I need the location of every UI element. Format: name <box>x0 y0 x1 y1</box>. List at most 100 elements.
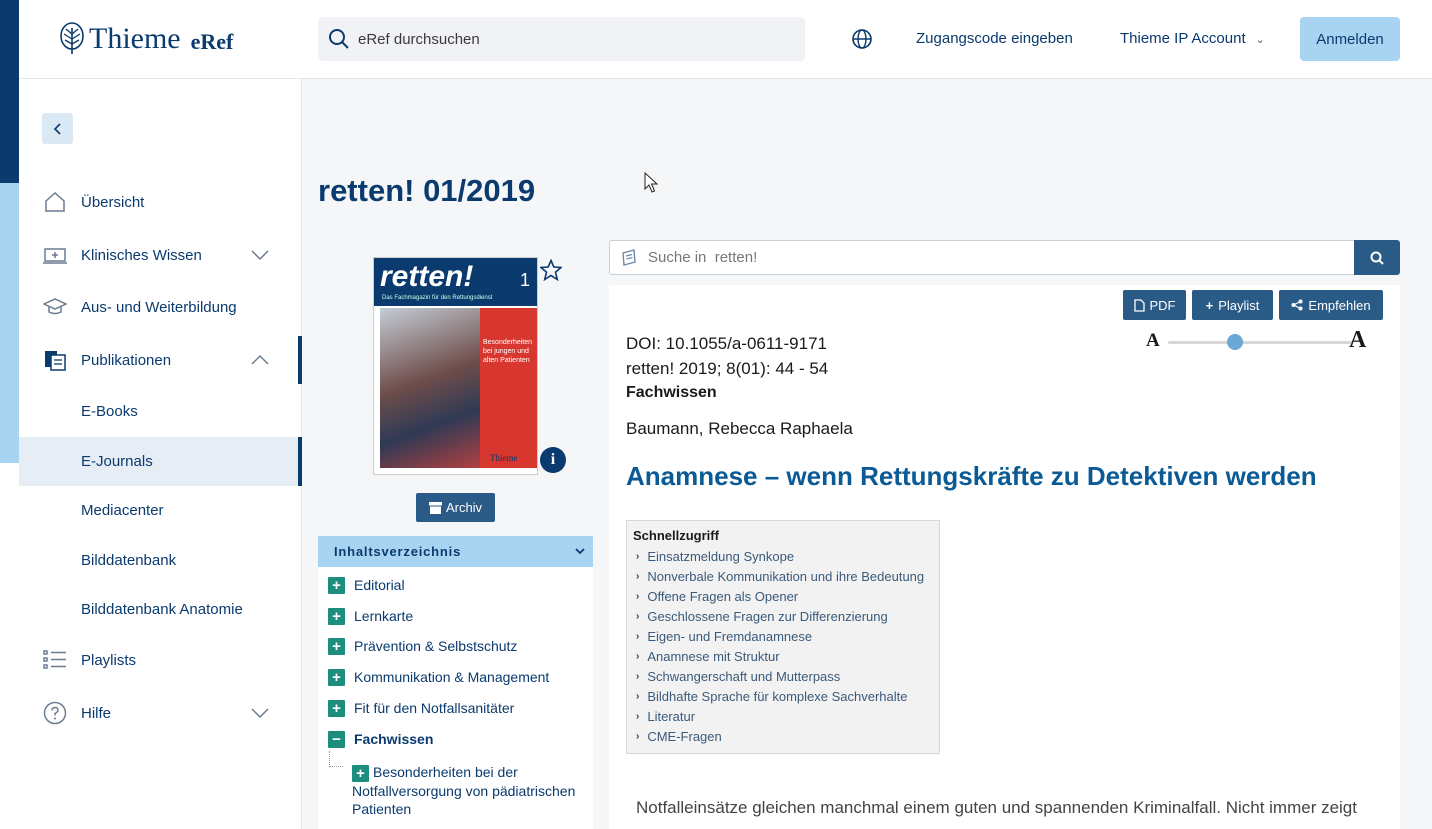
toc-item-label: Editorial <box>354 577 405 593</box>
quick-access-link[interactable]: › Einsatzmeldung Synkope <box>636 549 794 564</box>
expand-plus-icon[interactable]: + <box>328 607 345 625</box>
sidebar-item-mediacenter[interactable]: Mediacenter <box>19 486 302 534</box>
quick-access-link[interactable]: › Nonverbale Kommunikation und ihre Bedeu… <box>636 569 924 584</box>
access-code-link[interactable]: Zugangscode eingeben <box>916 30 1073 47</box>
search-input[interactable] <box>358 30 778 48</box>
sidebar-item-label: Klinisches Wissen <box>81 246 202 264</box>
sidebar-item-publications[interactable]: Publikationen <box>19 336 302 384</box>
sidebar-item-ebooks[interactable]: E-Books <box>19 387 302 435</box>
sidebar-item-label: E-Journals <box>81 453 153 470</box>
archive-button[interactable]: Archiv <box>416 493 495 522</box>
cover-red-panel <box>480 308 537 468</box>
sidebar: Übersicht Klinisches Wissen Aus- und Wei… <box>19 79 302 829</box>
archive-box-icon <box>428 501 442 514</box>
chevron-right-icon: › <box>636 651 640 662</box>
pdf-label: PDF <box>1149 297 1176 313</box>
journal-search-button[interactable] <box>1354 240 1400 275</box>
font-size-slider[interactable] <box>1168 334 1353 350</box>
sidebar-item-label: Publikationen <box>81 351 172 369</box>
expand-plus-icon[interactable]: + <box>328 576 345 594</box>
journal-search-input[interactable] <box>648 249 1328 266</box>
quick-access-link[interactable]: › Schwangerschaft und Mutterpass <box>636 669 840 684</box>
expand-plus-icon[interactable]: + <box>328 637 345 655</box>
accent-light <box>0 183 19 463</box>
ip-account-menu[interactable]: Thieme IP Account ⌄ <box>1120 30 1265 47</box>
font-size-large-label: A <box>1349 327 1367 353</box>
home-icon <box>45 191 65 212</box>
journal-search-icon <box>622 248 636 266</box>
global-search[interactable] <box>318 17 805 61</box>
sidebar-item-ejournals[interactable]: E-Journals <box>19 437 302 486</box>
toc-item-label: Fachwissen <box>354 731 434 747</box>
sidebar-item-label: Übersicht <box>81 193 145 211</box>
tree-logo-icon <box>60 22 84 54</box>
quick-access-link-label: Einsatzmeldung Synkope <box>647 549 795 564</box>
sidebar-item-anatomy-database[interactable]: Bilddatenbank Anatomie <box>19 585 302 633</box>
globe-icon[interactable] <box>851 28 873 50</box>
toc-item-label: Kommunikation & Management <box>354 669 550 685</box>
toc-sub-item[interactable]: + Besonderheiten bei der Notfallversorgun… <box>352 763 592 818</box>
toc-header[interactable]: Inhaltsverzeichnis <box>318 536 593 567</box>
expand-plus-icon[interactable]: + <box>328 699 345 717</box>
favorite-star-icon[interactable] <box>540 259 562 281</box>
quick-access-link[interactable]: › Eigen- und Fremdanamnese <box>636 629 812 644</box>
quick-access-link[interactable]: › Offene Fragen als Opener <box>636 589 798 604</box>
quick-access-link-label: Anamnese mit Struktur <box>647 649 780 664</box>
publications-icon <box>45 351 66 371</box>
share-button[interactable]: Empfehlen <box>1279 290 1383 320</box>
chevron-right-icon: › <box>636 551 640 562</box>
sidebar-item-help[interactable]: Hilfe <box>19 689 302 737</box>
toc-item[interactable]: + Lernkarte <box>328 604 413 628</box>
info-icon[interactable]: i <box>540 447 566 473</box>
toc-item[interactable]: + Fit für den Notfallsanitäter <box>328 696 514 720</box>
toc-sub-item-label: Besonderheiten bei der Notfallversorgung… <box>352 764 576 817</box>
toc-item[interactable]: + Kommunikation & Management <box>328 665 549 689</box>
sidebar-item-label: Aus- und Weiterbildung <box>81 298 237 316</box>
article-body: Notfalleinsätze gleichen manchmal einem … <box>636 798 1357 817</box>
add-playlist-button[interactable]: + Playlist <box>1192 290 1273 320</box>
help-icon <box>43 701 67 725</box>
chevron-left-icon <box>53 122 61 135</box>
sidebar-item-clinical[interactable]: Klinisches Wissen <box>19 231 302 279</box>
chevron-right-icon: › <box>636 571 640 582</box>
pdf-button[interactable]: PDF <box>1123 290 1186 320</box>
chevron-down-icon <box>251 708 269 719</box>
expand-plus-icon[interactable]: + <box>328 668 345 686</box>
login-button[interactable]: Anmelden <box>1300 17 1400 61</box>
quick-access-link-label: Eigen- und Fremdanamnese <box>647 629 813 644</box>
sidebar-item-label: Hilfe <box>81 704 112 722</box>
collapse-sidebar-button[interactable] <box>42 113 73 144</box>
quick-access-link[interactable]: › Bildhafte Sprache für komplexe Sachverh… <box>636 689 908 704</box>
quick-access-link[interactable]: › Literatur <box>636 709 695 724</box>
journal-search[interactable] <box>609 240 1355 275</box>
cover-photo <box>380 308 480 468</box>
chevron-right-icon: › <box>636 611 640 622</box>
chevron-right-icon: › <box>636 591 640 602</box>
quick-access-link[interactable]: › Geschlossene Fragen zur Differenzierung <box>636 609 888 624</box>
toc-item[interactable]: + Editorial <box>328 573 405 597</box>
ip-account-label: Thieme IP Account <box>1120 30 1246 47</box>
share-icon <box>1291 299 1303 311</box>
chevron-down-icon <box>575 548 585 555</box>
sidebar-item-education[interactable]: Aus- und Weiterbildung <box>19 283 302 331</box>
chevron-down-icon <box>251 250 269 261</box>
sidebar-item-image-database[interactable]: Bilddatenbank <box>19 536 302 584</box>
collapse-minus-icon[interactable]: − <box>328 730 345 748</box>
toc-item[interactable]: + Prävention & Selbstschutz <box>328 634 517 658</box>
sidebar-item-playlists[interactable]: Playlists <box>19 636 302 684</box>
thieme-logo[interactable]: Thieme eRef <box>59 22 233 56</box>
article-author[interactable]: Baumann, Rebecca Raphaela <box>626 419 853 439</box>
cover-subtitle: Das Fachmagazin für den Rettungsdienst <box>382 295 493 301</box>
toc-title: Inhaltsverzeichnis <box>334 544 462 559</box>
sidebar-item-overview[interactable]: Übersicht <box>19 178 302 226</box>
toc-item-expanded[interactable]: − Fachwissen <box>328 727 433 751</box>
quick-access-link-label: Geschlossene Fragen zur Differenzierung <box>647 609 888 624</box>
playlist-label: Playlist <box>1218 297 1260 313</box>
expand-plus-icon[interactable]: + <box>352 764 369 782</box>
quick-access-link-label: Literatur <box>647 709 696 724</box>
quick-access-link[interactable]: › CME-Fragen <box>636 729 722 744</box>
search-icon <box>329 29 349 49</box>
journal-cover[interactable]: retten! 1 Das Fachmagazin für den Rettun… <box>373 257 538 475</box>
quick-access-link[interactable]: › Anamnese mit Struktur <box>636 649 780 664</box>
slider-handle[interactable] <box>1227 334 1243 350</box>
